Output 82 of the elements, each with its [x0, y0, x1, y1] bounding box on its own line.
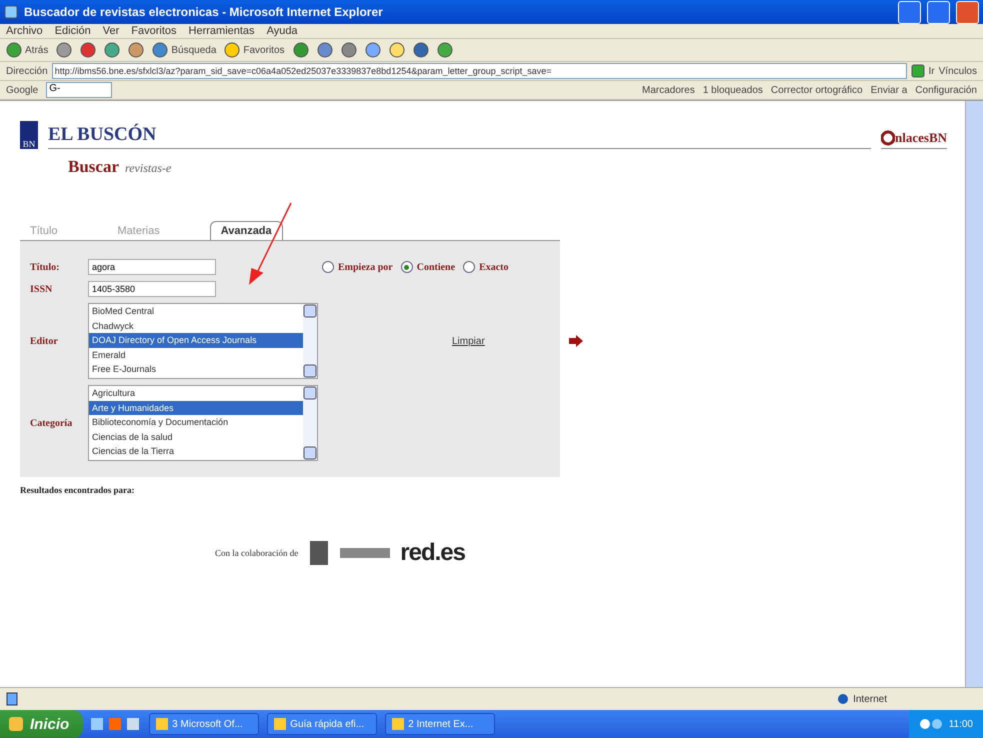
list-option[interactable]: Agricultura [89, 386, 303, 400]
google-toolbar-item[interactable]: Corrector ortográfico [770, 84, 863, 96]
list-option[interactable]: BioMed Central [89, 304, 303, 318]
clear-link[interactable]: Limpiar [452, 336, 485, 346]
page-subtitle: Buscar [68, 157, 119, 177]
menu-item[interactable]: Ayuda [266, 25, 298, 37]
menu-item[interactable]: Herramientas [188, 25, 255, 37]
list-option[interactable]: Free E-Journals [89, 362, 303, 376]
taskbar-button[interactable]: Guía rápida efi... [267, 713, 378, 735]
clock: 11:00 [948, 718, 973, 730]
app-icon [156, 718, 168, 730]
scrollbar[interactable] [965, 101, 983, 687]
app-icon [274, 718, 286, 730]
start-button[interactable]: Inicio [0, 710, 84, 738]
list-option[interactable]: DOAJ Directory of Open Access Journals [89, 333, 303, 348]
issn-input[interactable]: 1405-3580 [88, 281, 216, 297]
google-search-field[interactable]: G- [46, 82, 112, 98]
list-option[interactable]: Arte y Humanidades [89, 400, 303, 415]
links-label[interactable]: Vínculos [938, 66, 977, 76]
google-toolbar-item[interactable]: Configuración [915, 84, 977, 96]
list-option[interactable]: Ciencias de la salud [89, 430, 303, 444]
radio-label[interactable]: Exacto [479, 262, 509, 272]
scroll-up-icon[interactable] [303, 304, 317, 318]
scroll-up-icon[interactable] [303, 386, 317, 400]
partner-brand: red.es [400, 539, 465, 567]
close-button[interactable] [956, 0, 979, 24]
restore-button[interactable] [927, 0, 950, 24]
scrollbar[interactable] [303, 386, 317, 460]
radio-button[interactable] [322, 261, 334, 273]
site-title: EL BUSCÓN [48, 124, 871, 149]
toolbar-label[interactable]: Favoritos [243, 44, 285, 56]
menu-item[interactable]: Edición [54, 25, 91, 37]
scroll-down-icon[interactable] [303, 364, 317, 378]
tab[interactable]: Avanzada [210, 221, 283, 240]
toolbar-label[interactable]: Búsqueda [171, 44, 216, 56]
minimize-button[interactable] [898, 0, 921, 24]
go-icon[interactable] [910, 64, 925, 78]
taskbar-button[interactable]: 2 Internet Ex... [385, 713, 496, 735]
radio-label[interactable]: Contiene [416, 262, 456, 272]
list-option[interactable]: Chadwyck [89, 318, 303, 333]
browser-icon[interactable] [4, 5, 18, 19]
editor-listbox[interactable]: BioMed Central Chadwyck DOAJ Directory of Open Access Journals Emerald Free E-Journals [88, 303, 318, 379]
footer-text: Con la colaboración de [215, 548, 298, 558]
taskbar-button[interactable]: 3 Microsoft Of... [149, 713, 260, 735]
scrollbar[interactable] [303, 304, 317, 378]
page-icon [6, 692, 18, 706]
radio-button[interactable] [463, 261, 476, 273]
go-button[interactable]: Ir [928, 66, 935, 76]
list-option[interactable]: Emerald [89, 348, 303, 362]
quick-launch-icon[interactable] [91, 717, 142, 731]
window-title: Buscador de revistas electronicas - Microsoft Internet Explorer [24, 5, 384, 19]
google-toolbar-item[interactable]: Marcadores [642, 84, 695, 96]
app-icon [392, 718, 404, 730]
library-logo: BN [20, 121, 38, 149]
subtitle-note: revistas-e [125, 161, 172, 176]
google-logo: Google [6, 84, 38, 96]
field-label: Título: [30, 262, 60, 272]
globe-icon [837, 693, 850, 705]
menu-item[interactable]: Favoritos [131, 25, 177, 37]
google-toolbar-item[interactable]: Enviar a [870, 84, 908, 96]
radio-button[interactable] [400, 261, 413, 273]
partner-logo: nlacesBN [895, 130, 947, 146]
radio-label[interactable]: Empieza por [338, 262, 393, 272]
address-label: Dirección [6, 66, 48, 76]
toolbar-label[interactable]: Atrás [25, 44, 48, 56]
menu-item[interactable]: Ver [102, 25, 120, 37]
google-toolbar-item[interactable]: 1 bloqueados [702, 84, 763, 96]
scroll-down-icon[interactable] [303, 446, 317, 460]
field-label: Editor [30, 336, 59, 346]
category-listbox[interactable]: Agricultura Arte y Humanidades Biblioteconomía y Documentación Ciencias de la salud Ciencias de la Tierra [88, 385, 318, 461]
tray-icon[interactable] [918, 718, 943, 730]
field-label: ISSN [30, 284, 54, 294]
arrow-right-icon[interactable] [568, 335, 583, 347]
field-label: Categoría [30, 418, 74, 428]
zone-label: Internet [853, 694, 887, 704]
title-input[interactable]: agora [88, 259, 216, 275]
address-field[interactable]: http://ibms56.bne.es/sfxlcl3/az?param_sid_save=c06a4a052ed25037e3339837e8bd1254&param_letter_group_script_save= [52, 63, 907, 79]
results-label: Resultados encontrados para: [20, 485, 136, 495]
list-option[interactable]: Ciencias de la Tierra [89, 444, 303, 458]
menu-item[interactable]: Archivo [6, 25, 43, 37]
partner-logo-icon [881, 128, 895, 146]
list-option[interactable]: Biblioteconomía y Documentación [89, 415, 303, 430]
